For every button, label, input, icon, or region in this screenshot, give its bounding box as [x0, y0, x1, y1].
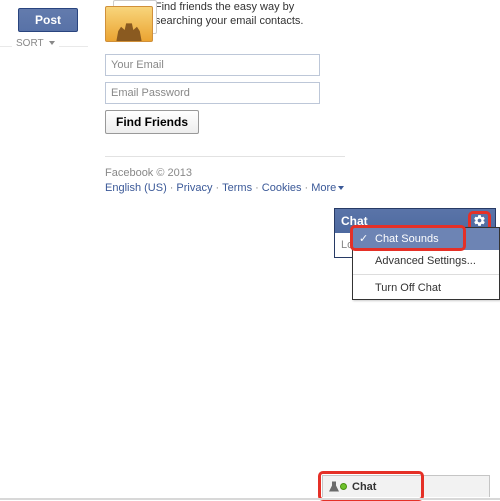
- menu-separator: [353, 274, 499, 275]
- menu-item-chat-sounds[interactable]: ✓ Chat Sounds: [353, 228, 499, 250]
- online-status-icon: [340, 483, 347, 490]
- chat-bar[interactable]: Chat: [322, 475, 490, 497]
- chat-settings-menu: ✓ Chat Sounds Advanced Settings... Turn …: [352, 227, 500, 300]
- footer-links: English (US)·Privacy·Terms·Cookies·More: [105, 182, 345, 194]
- check-icon: ✓: [359, 232, 368, 245]
- menu-item-advanced-settings[interactable]: Advanced Settings...: [353, 250, 499, 272]
- sort-label: SORT: [16, 38, 43, 49]
- find-friends-button[interactable]: Find Friends: [105, 110, 199, 134]
- sort-dropdown[interactable]: SORT: [12, 38, 59, 49]
- gear-icon[interactable]: [473, 214, 486, 227]
- menu-item-turn-off-chat[interactable]: Turn Off Chat: [353, 277, 499, 299]
- footer-link-more[interactable]: More: [311, 182, 344, 194]
- email-field[interactable]: [105, 54, 320, 76]
- chevron-down-icon: [49, 41, 55, 45]
- sort-divider: SORT: [0, 46, 88, 47]
- footer-link-cookies[interactable]: Cookies: [262, 182, 302, 194]
- footer-link-language[interactable]: English (US): [105, 182, 167, 194]
- chat-title: Chat: [341, 214, 368, 228]
- person-icon: [329, 482, 339, 492]
- chevron-down-icon: [338, 186, 344, 190]
- footer-link-terms[interactable]: Terms: [222, 182, 252, 194]
- post-button[interactable]: Post: [18, 8, 78, 32]
- find-friends-description: Find friends the easy way by searching y…: [155, 0, 345, 44]
- footer-link-privacy[interactable]: Privacy: [176, 182, 212, 194]
- footer-copyright: Facebook © 2013: [105, 167, 345, 179]
- email-password-field[interactable]: [105, 82, 320, 104]
- chat-bar-label: Chat: [352, 481, 376, 493]
- friends-photo-icon: [105, 0, 143, 44]
